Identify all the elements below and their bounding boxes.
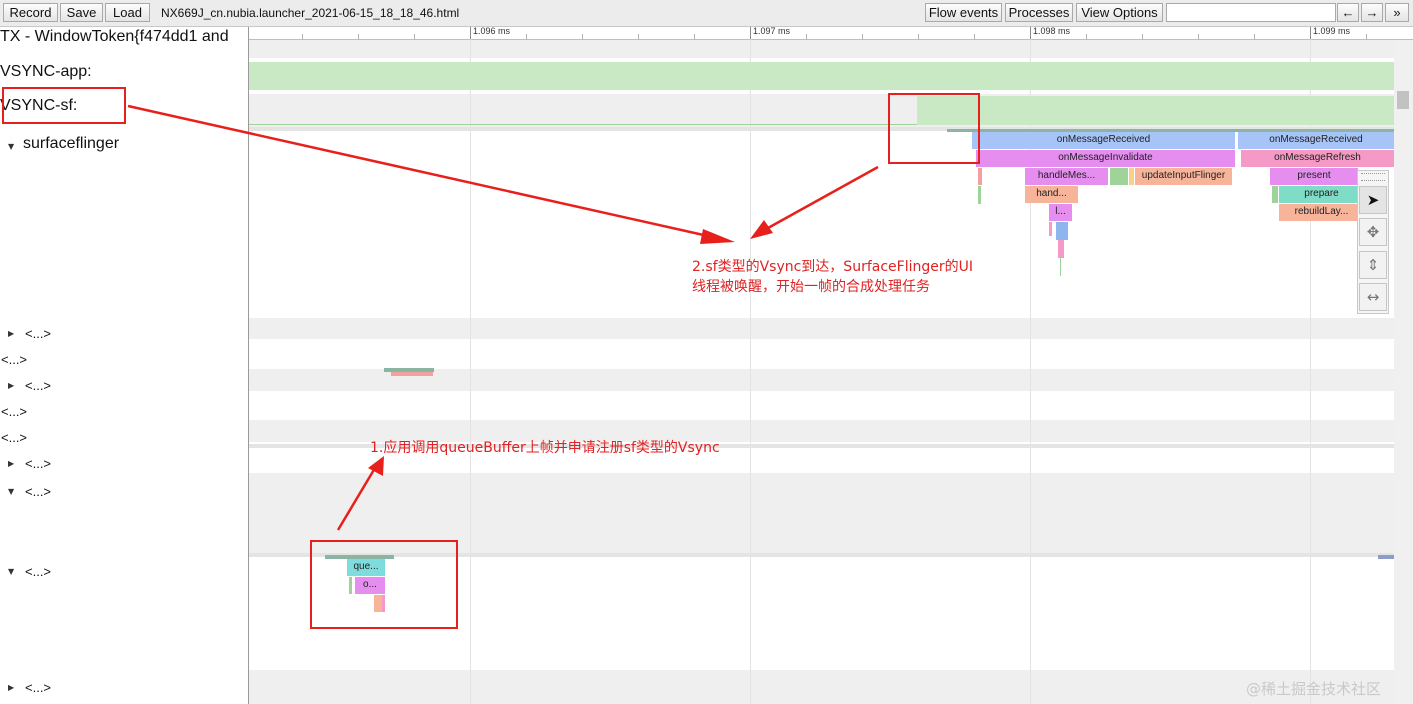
arrow-head-icon [700, 229, 735, 244]
arrow-line-queue-buffer [336, 467, 377, 531]
annotation-step2-line1: 2.sf类型的Vsync到达，SurfaceFlinger的UI [692, 259, 973, 275]
arrow-line-vsync-pulse [767, 165, 879, 230]
annotation-step1: 1.应用调用queueBuffer上帧并申请注册sf类型的Vsync [370, 440, 720, 456]
annotation-arrows [127, 104, 879, 531]
arrow-line-vsync-label [127, 104, 709, 238]
watermark: @稀土掘金技术社区 [1246, 680, 1382, 698]
arrow-head-icon [750, 220, 773, 239]
arrow-head-icon [368, 456, 384, 476]
annotation-step2-line2: 线程被唤醒，开始一帧的合成处理任务 [692, 279, 930, 295]
